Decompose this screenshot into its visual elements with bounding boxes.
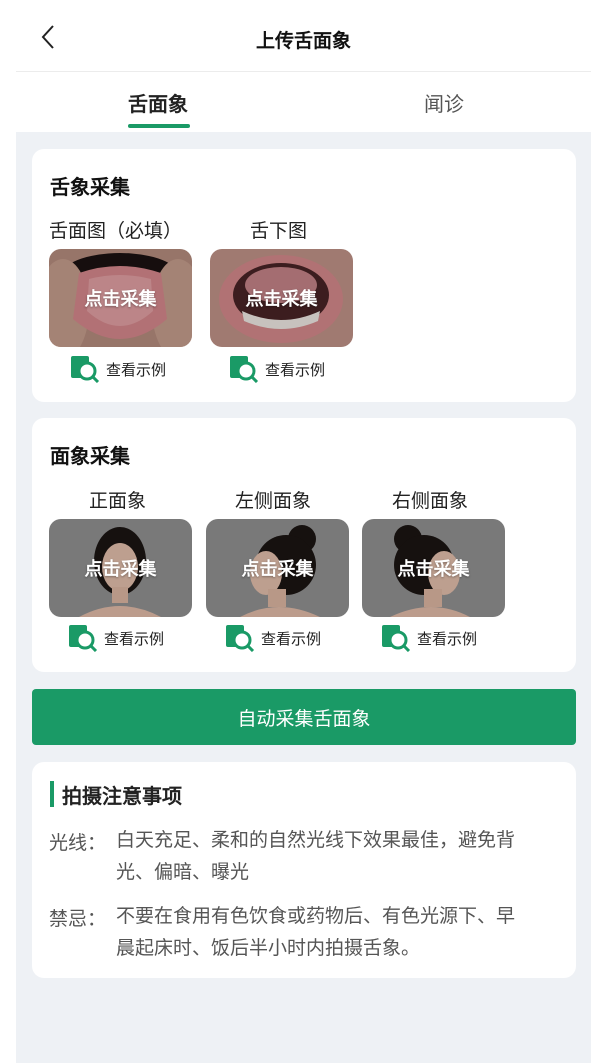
face-front-label: 正面象 xyxy=(89,490,147,512)
face-left-capture-label: 点击采集 xyxy=(241,559,314,580)
tongue-top-label: 舌面图（必填） xyxy=(49,220,183,242)
notes-title-accent xyxy=(50,781,54,807)
note-lighting-label: 光线： xyxy=(49,832,107,854)
face-left-example-link[interactable]: 查看示例 xyxy=(225,624,321,652)
search-example-icon xyxy=(69,625,98,652)
tongue-top-capture-label: 点击采集 xyxy=(84,289,157,310)
face-right-example-link[interactable]: 查看示例 xyxy=(381,624,477,652)
search-example-icon xyxy=(226,625,255,652)
search-example-icon xyxy=(230,356,259,383)
face-right-label: 右侧面象 xyxy=(392,490,469,512)
notes-title: 拍摄注意事项 xyxy=(62,784,182,808)
face-front-example-link[interactable]: 查看示例 xyxy=(68,624,164,652)
example-link-label: 查看示例 xyxy=(261,629,322,648)
tongue-under-capture[interactable]: 点击采集 xyxy=(210,249,353,347)
tongue-under-label: 舌下图 xyxy=(250,220,308,242)
face-front-capture[interactable]: 点击采集 xyxy=(49,519,192,617)
face-front-capture-label: 点击采集 xyxy=(84,559,157,580)
auto-capture-button[interactable]: 自动采集舌面象 xyxy=(32,689,576,745)
example-link-label: 查看示例 xyxy=(417,629,478,648)
face-section-title: 面象采集 xyxy=(50,444,130,468)
tongue-top-capture[interactable]: 点击采集 xyxy=(49,249,192,347)
tongue-under-capture-label: 点击采集 xyxy=(245,289,318,310)
note-lighting-text: 白天充足、柔和的自然光线下效果最佳，避免背 光、偏暗、曝光 xyxy=(116,824,562,888)
note-lighting-line: 光、偏暗、曝光 xyxy=(116,861,250,883)
page-title: 上传舌面象 xyxy=(255,30,351,52)
tongue-section-title: 舌象采集 xyxy=(50,175,130,199)
face-right-capture[interactable]: 点击采集 xyxy=(362,519,505,617)
tongue-top-example-link[interactable]: 查看示例 xyxy=(70,355,166,383)
nav-bar: 上传舌面象 xyxy=(16,6,591,72)
tongue-under-example-link[interactable]: 查看示例 xyxy=(229,355,325,383)
example-link-label: 查看示例 xyxy=(104,629,165,648)
face-right-capture-label: 点击采集 xyxy=(397,559,470,580)
tab-tongue-face[interactable]: 舌面象 xyxy=(128,88,188,117)
tab-bar: 舌面象 闻诊 xyxy=(16,72,591,132)
note-lighting-line: 白天充足、柔和的自然光线下效果最佳，避免背 xyxy=(116,829,516,851)
example-link-label: 查看示例 xyxy=(106,360,167,379)
note-taboo-line: 不要在食用有色饮食或药物后、有色光源下、早 xyxy=(116,905,516,927)
face-left-capture[interactable]: 点击采集 xyxy=(206,519,349,617)
tongue-capture-card: 舌象采集 舌面图（必填） 舌下图 点击采集 点击采集 查看示例 查看示例 xyxy=(32,149,576,402)
face-left-label: 左侧面象 xyxy=(235,490,312,512)
face-capture-card: 面象采集 正面象 左侧面象 右侧面象 点击采集 点击采集 点击采集 查看示例 查… xyxy=(32,418,576,672)
search-example-icon xyxy=(71,356,100,383)
note-taboo-line: 晨起床时、饭后半小时内拍摄舌象。 xyxy=(116,937,421,959)
tab-active-indicator xyxy=(128,124,190,128)
search-example-icon xyxy=(382,625,411,652)
note-taboo-text: 不要在食用有色饮食或药物后、有色光源下、早 晨起床时、饭后半小时内拍摄舌象。 xyxy=(116,900,562,964)
shooting-notes-card: 拍摄注意事项 光线： 白天充足、柔和的自然光线下效果最佳，避免背 光、偏暗、曝光… xyxy=(32,762,576,978)
tab-listening[interactable]: 闻诊 xyxy=(424,88,464,117)
note-taboo-label: 禁忌： xyxy=(49,908,107,930)
example-link-label: 查看示例 xyxy=(265,360,326,379)
